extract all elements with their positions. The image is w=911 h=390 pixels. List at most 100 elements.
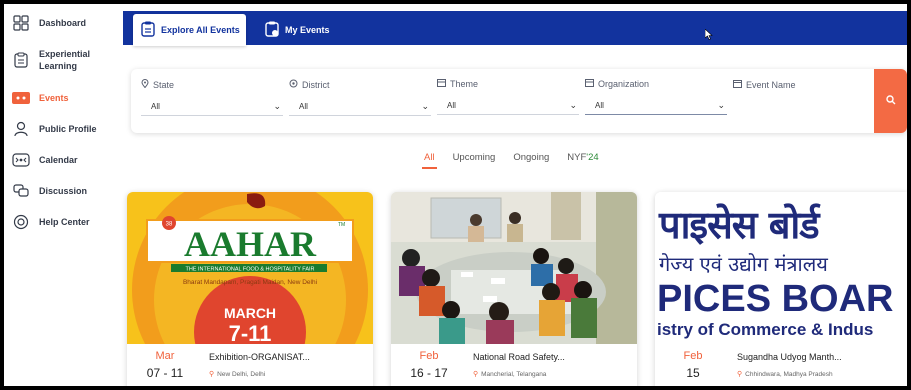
filter-label-text: District bbox=[302, 79, 330, 90]
filter-label-text: Event Name bbox=[746, 79, 796, 90]
tab-nyf-24[interactable]: NYF'24 bbox=[567, 152, 598, 163]
tab-explore-all-events[interactable]: Explore All Events bbox=[133, 14, 246, 46]
sidebar-item-events[interactable]: Events bbox=[12, 89, 69, 107]
sidebar-item-public-profile[interactable]: Public Profile bbox=[12, 120, 97, 138]
event-location-text: New Delhi, Delhi bbox=[217, 370, 266, 378]
sidebar-item-discussion[interactable]: Discussion bbox=[12, 182, 87, 200]
organization-filter[interactable]: Organization All ⌄ bbox=[585, 79, 727, 115]
event-poster-aahar: 38 AAHAR TM THE INTERNATIONAL FOOD & HOS… bbox=[127, 192, 373, 344]
clipboard-user-icon bbox=[265, 21, 279, 39]
event-month: Mar bbox=[155, 350, 175, 362]
mouse-cursor-icon bbox=[704, 27, 713, 45]
state-select[interactable]: All ⌄ bbox=[141, 98, 283, 116]
filter-label-text: State bbox=[153, 79, 175, 90]
poster-days: 7-11 bbox=[229, 321, 272, 344]
tab-nyf-year: '24 bbox=[586, 152, 599, 163]
chevron-down-icon: ⌄ bbox=[421, 101, 429, 111]
box-icon bbox=[585, 79, 594, 89]
organization-select-value: All bbox=[595, 101, 604, 110]
sidebar-item-calendar[interactable]: Calendar bbox=[12, 151, 78, 169]
tab-upcoming[interactable]: Upcoming bbox=[453, 152, 496, 163]
event-days: 15 bbox=[686, 366, 700, 380]
chevron-down-icon: ⌄ bbox=[717, 100, 725, 110]
location-pin-icon: ⚲ bbox=[737, 371, 743, 378]
poster-line-3: PICES BOAR bbox=[657, 278, 894, 320]
state-filter[interactable]: State All ⌄ bbox=[141, 79, 283, 116]
filter-panel: State All ⌄ District All ⌄ Theme All ⌄ O… bbox=[131, 69, 907, 133]
poster-month: MARCH bbox=[224, 305, 276, 321]
filter-label-text: Theme bbox=[450, 79, 479, 89]
sidebar-item-label: Dashboard bbox=[39, 18, 87, 28]
theme-filter-label: Theme bbox=[437, 79, 579, 89]
event-days: 16 - 17 bbox=[410, 366, 448, 380]
dashboard-icon bbox=[12, 14, 30, 32]
poster-line-2: गेज्य एवं उद्योग मंत्रालय bbox=[659, 252, 828, 276]
calendar-icon bbox=[733, 79, 742, 90]
tab-label: Explore All Events bbox=[161, 25, 240, 35]
event-name-filter[interactable]: Event Name bbox=[733, 79, 865, 116]
sidebar-item-dashboard[interactable]: Dashboard bbox=[12, 14, 86, 32]
event-name-input[interactable] bbox=[733, 98, 865, 116]
event-card[interactable]: Feb 16 - 17 National Road Safety... ⚲ Man… bbox=[391, 192, 637, 386]
poster-trademark: TM bbox=[338, 222, 345, 228]
sidebar-item-label: Events bbox=[39, 93, 69, 103]
event-card[interactable]: 38 AAHAR TM THE INTERNATIONAL FOOD & HOS… bbox=[127, 192, 373, 386]
target-icon bbox=[289, 79, 298, 90]
theme-filter[interactable]: Theme All ⌄ bbox=[437, 79, 579, 115]
chat-icon bbox=[12, 182, 30, 200]
tab-nyf-label: NYF bbox=[567, 152, 587, 163]
box-icon bbox=[437, 79, 446, 89]
event-card[interactable]: पाइसेस बोर्ड गेज्य एवं उद्योग मंत्रालय P… bbox=[655, 192, 907, 386]
sidebar: Dashboard Experiential Learning Events P… bbox=[4, 4, 122, 386]
sidebar-item-label: Calendar bbox=[39, 155, 78, 165]
district-select[interactable]: All ⌄ bbox=[289, 98, 431, 116]
event-title[interactable]: Exhibition-ORGANISAT... bbox=[209, 352, 373, 362]
event-location: ⚲ Chhindwara, Madhya Pradesh bbox=[737, 370, 907, 379]
state-select-value: All bbox=[151, 102, 160, 111]
chevron-down-icon: ⌄ bbox=[273, 101, 281, 111]
chevron-down-icon: ⌄ bbox=[569, 100, 577, 110]
theme-select-value: All bbox=[447, 101, 456, 110]
event-title[interactable]: Sugandha Udyog Manth... bbox=[737, 352, 907, 362]
event-month: Feb bbox=[683, 350, 703, 362]
tab-my-events[interactable]: My Events bbox=[265, 14, 330, 46]
district-filter[interactable]: District All ⌄ bbox=[289, 79, 431, 116]
poster-venue: Bharat Mandapam, Pragati Maidan, New Del… bbox=[183, 279, 317, 286]
clipboard-list-icon bbox=[141, 21, 155, 39]
top-nav-bar: Explore All Events My Events bbox=[123, 11, 907, 46]
tab-ongoing[interactable]: Ongoing bbox=[513, 152, 549, 163]
app-frame: Dashboard Experiential Learning Events P… bbox=[4, 4, 907, 386]
event-poster-spices-board: पाइसेस बोर्ड गेज्य एवं उद्योग मंत्रालय P… bbox=[655, 192, 907, 344]
help-icon bbox=[12, 213, 30, 231]
sidebar-item-experiential-learning[interactable]: Experiential Learning bbox=[12, 48, 99, 72]
location-pin-icon: ⚲ bbox=[209, 371, 215, 378]
events-icon bbox=[12, 89, 30, 107]
organization-filter-label: Organization bbox=[585, 79, 727, 89]
district-filter-label: District bbox=[289, 79, 431, 90]
tab-all[interactable]: All bbox=[422, 152, 437, 169]
district-select-value: All bbox=[299, 102, 308, 111]
search-button[interactable] bbox=[874, 69, 907, 133]
theme-select[interactable]: All ⌄ bbox=[437, 97, 579, 115]
event-title[interactable]: National Road Safety... bbox=[473, 352, 637, 362]
event-photo-classroom bbox=[391, 192, 637, 344]
poster-line-1: पाइसेस बोर्ड bbox=[659, 203, 820, 247]
status-tabs: All Upcoming Ongoing NYF'24 bbox=[422, 152, 617, 169]
event-date: Feb 16 - 17 bbox=[391, 344, 467, 386]
event-name-filter-label: Event Name bbox=[733, 79, 865, 90]
sidebar-item-help-center[interactable]: Help Center bbox=[12, 213, 90, 231]
organization-select[interactable]: All ⌄ bbox=[585, 97, 727, 115]
poster-subtitle: THE INTERNATIONAL FOOD & HOSPITALITY FAI… bbox=[185, 267, 314, 273]
location-pin-icon: ⚲ bbox=[473, 371, 479, 378]
calendar-icon bbox=[12, 151, 30, 169]
location-icon bbox=[141, 79, 149, 90]
user-icon bbox=[12, 120, 30, 138]
event-date: Mar 07 - 11 bbox=[127, 344, 203, 386]
sidebar-item-label: Discussion bbox=[39, 186, 88, 196]
sidebar-item-label: Help Center bbox=[39, 217, 90, 227]
filter-label-text: Organization bbox=[598, 79, 650, 89]
state-filter-label: State bbox=[141, 79, 283, 90]
poster-line-4: istry of Commerce & Indus bbox=[657, 320, 874, 339]
event-location-text: Chhindwara, Madhya Pradesh bbox=[745, 370, 833, 378]
event-location: ⚲ Mancherial, Telangana bbox=[473, 370, 637, 379]
